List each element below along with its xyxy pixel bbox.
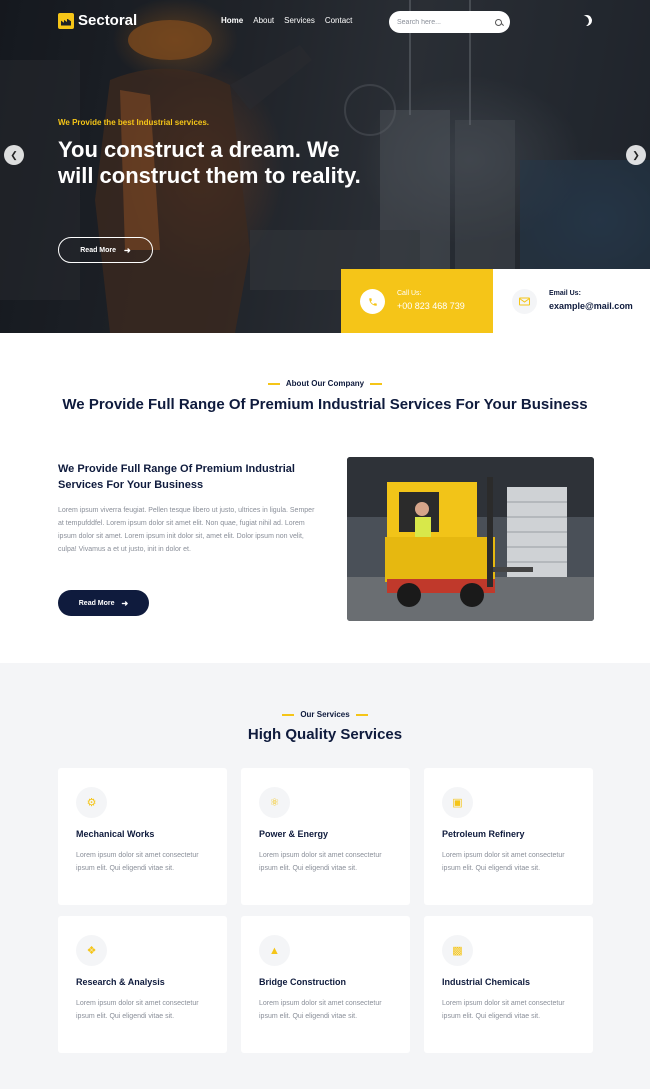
- tag-bar-right: [355, 713, 368, 716]
- arrow-right-icon: ➜: [124, 245, 131, 255]
- about-subtitle: We Provide Full Range Of Premium Industr…: [58, 463, 295, 491]
- dark-mode-toggle-icon[interactable]: [579, 13, 594, 28]
- service-text: Lorem ipsum dolor sit amet consectetur i…: [76, 1000, 199, 1020]
- services-section-tag: Our Services: [0, 710, 650, 719]
- hero-title: You construct a dream. We will construct…: [58, 137, 361, 188]
- tag-bar-right: [370, 382, 383, 385]
- arrow-right-icon: ➜: [121, 598, 129, 608]
- service-text: Lorem ipsum dolor sit amet consectetur i…: [442, 1000, 565, 1020]
- about-read-more-button[interactable]: Read More ➜: [58, 590, 149, 616]
- service-text: Lorem ipsum dolor sit amet consectetur i…: [442, 852, 565, 872]
- logo[interactable]: Sectoral: [58, 12, 137, 29]
- network-icon: ▲: [259, 935, 290, 966]
- email-label: Email Us:: [549, 290, 581, 297]
- about-section-tag: About Our Company: [0, 379, 650, 388]
- services-title: High Quality Services: [247, 726, 403, 743]
- service-card[interactable]: ❖ Research & Analysis Lorem ipsum dolor …: [58, 916, 227, 1053]
- hero-read-more-button[interactable]: Read More ➜: [58, 237, 153, 263]
- contact-call-box: Call Us: +00 823 468 739: [341, 269, 493, 333]
- about-title: We Provide Full Range Of Premium Industr…: [62, 396, 588, 413]
- call-value[interactable]: +00 823 468 739: [397, 301, 465, 311]
- nav-home[interactable]: Home: [221, 16, 243, 25]
- energy-icon: ⚛: [259, 787, 290, 818]
- hero-tagline: We Provide the best Industrial services.: [58, 118, 210, 127]
- service-card[interactable]: ▣ Petroleum Refinery Lorem ipsum dolor s…: [424, 768, 593, 905]
- search-input[interactable]: [397, 18, 487, 26]
- gears-icon: ⚙: [76, 787, 107, 818]
- call-label: Call Us:: [397, 290, 422, 297]
- tag-bar-left: [267, 382, 280, 385]
- about-read-more-label: Read More: [78, 599, 115, 607]
- services-tag-label: Our Services: [300, 710, 350, 719]
- refinery-icon: ▣: [442, 787, 473, 818]
- contact-email-box: Email Us: example@mail.com: [493, 269, 650, 333]
- nav-services[interactable]: Services: [284, 16, 315, 25]
- search-box: [389, 11, 510, 33]
- service-title: Industrial Chemicals: [442, 977, 531, 987]
- envelope-icon: [512, 289, 537, 314]
- logo-text: Sectoral: [78, 12, 138, 29]
- phone-icon: [360, 289, 385, 314]
- about-tag-label: About Our Company: [285, 379, 365, 388]
- factory-icon: ▩: [442, 935, 473, 966]
- service-card[interactable]: ⚛ Power & Energy Lorem ipsum dolor sit a…: [241, 768, 410, 905]
- main-nav: Home About Services Contact: [221, 16, 352, 25]
- service-title: Research & Analysis: [76, 977, 165, 987]
- service-title: Petroleum Refinery: [442, 829, 525, 839]
- service-card[interactable]: ▲ Bridge Construction Lorem ipsum dolor …: [241, 916, 410, 1053]
- hero-read-more-label: Read More: [80, 246, 117, 254]
- logo-icon: [58, 12, 74, 29]
- service-title: Bridge Construction: [259, 977, 346, 987]
- research-icon: ❖: [76, 935, 107, 966]
- nav-about[interactable]: About: [253, 16, 274, 25]
- service-text: Lorem ipsum dolor sit amet consectetur i…: [259, 852, 382, 872]
- service-card[interactable]: ▩ Industrial Chemicals Lorem ipsum dolor…: [424, 916, 593, 1053]
- forklift-warehouse-image: [347, 457, 594, 621]
- service-text: Lorem ipsum dolor sit amet consectetur i…: [259, 1000, 382, 1020]
- slider-next-button[interactable]: ❯: [626, 145, 646, 165]
- about-body: Lorem ipsum viverra feugiat. Pellen tesq…: [58, 507, 315, 553]
- service-card[interactable]: ⚙ Mechanical Works Lorem ipsum dolor sit…: [58, 768, 227, 905]
- search-icon[interactable]: [495, 18, 502, 26]
- service-title: Power & Energy: [259, 829, 329, 839]
- nav-contact[interactable]: Contact: [325, 16, 353, 25]
- slider-prev-button[interactable]: ❮: [4, 145, 24, 165]
- service-text: Lorem ipsum dolor sit amet consectetur i…: [76, 852, 199, 872]
- tag-bar-left: [282, 713, 295, 716]
- email-value[interactable]: example@mail.com: [549, 301, 633, 311]
- service-title: Mechanical Works: [76, 829, 155, 839]
